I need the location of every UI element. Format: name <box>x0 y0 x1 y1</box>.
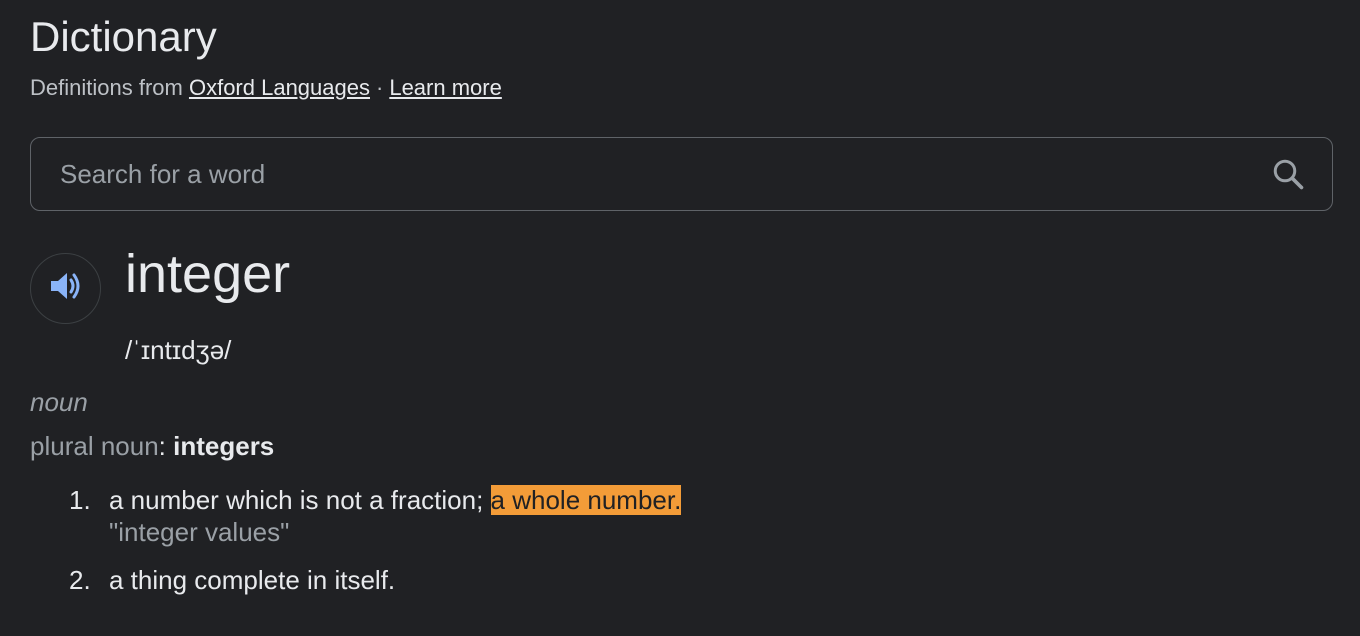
headword: integer <box>125 244 291 304</box>
separator-dot: · <box>376 75 384 100</box>
highlighted-text: a whole number. <box>490 485 682 515</box>
phonetic-transcription: /ˈɪntɪdʒə/ <box>125 335 232 365</box>
search-input[interactable] <box>31 138 1268 210</box>
dictionary-panel: Dictionary Definitions from Oxford Langu… <box>0 0 1360 636</box>
definition-number: 1. <box>69 485 91 515</box>
page-title: Dictionary <box>30 13 217 60</box>
definitions-list: 1. a number which is not a fraction; a w… <box>30 484 1030 596</box>
learn-more-link[interactable]: Learn more <box>389 75 502 100</box>
search-icon[interactable] <box>1268 154 1308 194</box>
part-of-speech: noun <box>30 387 88 417</box>
plural-label: plural noun <box>30 431 159 461</box>
oxford-languages-link[interactable]: Oxford Languages <box>189 75 370 100</box>
definition-text: a number which is not a fraction; a whol… <box>109 484 1030 516</box>
plural-form: plural noun: integers <box>30 430 274 462</box>
definition-example: "integer values" <box>109 517 290 547</box>
search-box <box>30 137 1333 211</box>
source-prefix: Definitions from <box>30 75 183 100</box>
pronunciation-audio-button[interactable] <box>30 253 101 324</box>
definition-text: a thing complete in itself. <box>109 565 396 595</box>
definition-main-text: a number which is not a fraction; <box>109 485 484 515</box>
plural-value: integers <box>173 431 275 461</box>
definition-item: 1. a number which is not a fraction; a w… <box>30 484 1030 548</box>
source-attribution: Definitions from Oxford Languages · Learn … <box>30 74 502 102</box>
speaker-icon <box>49 271 83 306</box>
definition-item: 2. a thing complete in itself. <box>30 564 1030 596</box>
definition-number: 2. <box>69 565 91 595</box>
plural-colon: : <box>158 431 166 461</box>
